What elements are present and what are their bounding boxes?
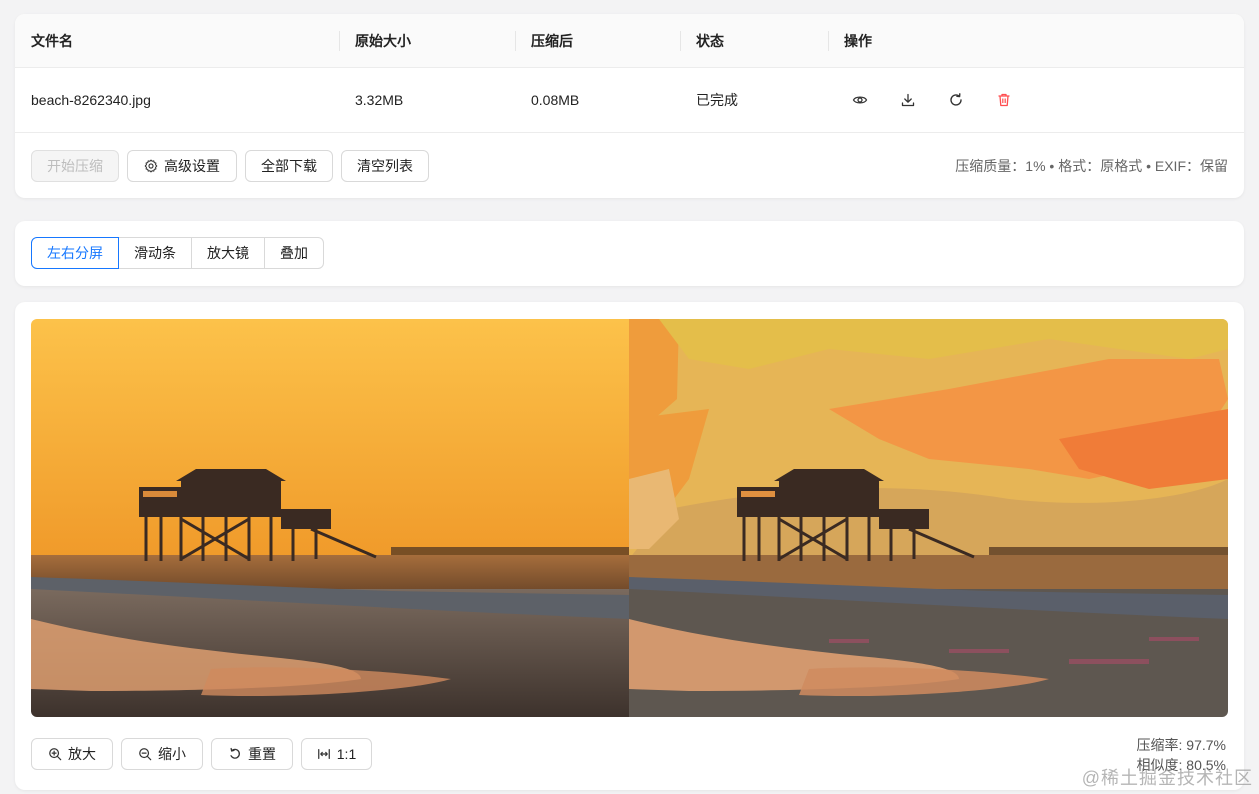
image-compare-card: 放大 缩小 重置 1:1 压缩率: 97.7% 相似度: 80.5%: [15, 302, 1244, 790]
compare-mode-card: 左右分屏 滑动条 放大镜 叠加: [15, 221, 1244, 286]
split-viewer[interactable]: [31, 319, 1228, 717]
mode-overlay[interactable]: 叠加: [264, 237, 324, 269]
start-compress-button[interactable]: 开始压缩: [31, 150, 119, 182]
column-divider: [339, 31, 340, 51]
reset-label: 重置: [248, 746, 276, 762]
column-width-icon: [317, 747, 331, 761]
download-all-button[interactable]: 全部下载: [245, 150, 333, 182]
column-divider: [515, 31, 516, 51]
compression-rate: 压缩率: 97.7%: [1136, 737, 1226, 753]
cell-status: 已完成: [696, 92, 738, 108]
table-row: beach-8262340.jpg 3.32MB 0.08MB 已完成: [15, 68, 1244, 133]
clear-list-button[interactable]: 清空列表: [341, 150, 429, 182]
mode-slider[interactable]: 滑动条: [118, 237, 192, 269]
zoom-out-button[interactable]: 缩小: [121, 738, 203, 770]
zoom-out-label: 缩小: [158, 746, 186, 762]
advanced-settings-button[interactable]: 高级设置: [127, 150, 237, 182]
header-compressed: 压缩后: [531, 33, 573, 49]
eye-icon[interactable]: [850, 90, 870, 110]
column-divider: [828, 31, 829, 51]
header-status: 状态: [696, 33, 724, 49]
watermark: @稀土掘金技术社区: [1081, 768, 1253, 788]
zoom-in-icon: [48, 747, 62, 761]
settings-summary: 压缩质量：1% • 格式：原格式 • EXIF：保留: [955, 158, 1228, 174]
original-image: [31, 319, 629, 717]
file-list-card: 文件名 原始大小 压缩后 状态 操作 beach-8262340.jpg 3.3…: [15, 14, 1244, 198]
zoom-out-icon: [138, 747, 152, 761]
mode-magnifier[interactable]: 放大镜: [191, 237, 265, 269]
header-original-size: 原始大小: [355, 33, 411, 49]
cell-compressed: 0.08MB: [531, 92, 580, 108]
zoom-in-button[interactable]: 放大: [31, 738, 113, 770]
cell-filename: beach-8262340.jpg: [31, 92, 151, 108]
reset-icon: [228, 747, 242, 761]
header-actions: 操作: [844, 33, 872, 49]
download-icon[interactable]: [898, 90, 918, 110]
compressed-image: [629, 319, 1228, 717]
table-header: 文件名 原始大小 压缩后 状态 操作: [15, 14, 1244, 68]
advanced-settings-label: 高级设置: [164, 158, 220, 174]
delete-icon[interactable]: [994, 90, 1014, 110]
zoom-in-label: 放大: [68, 746, 96, 762]
compare-mode-segmented: 左右分屏 滑动条 放大镜 叠加: [31, 237, 324, 269]
gear-icon: [144, 159, 158, 173]
mode-split[interactable]: 左右分屏: [31, 237, 119, 269]
cell-original-size: 3.32MB: [355, 92, 404, 108]
column-divider: [680, 31, 681, 51]
actual-size-button[interactable]: 1:1: [301, 738, 372, 770]
reset-button[interactable]: 重置: [211, 738, 293, 770]
actual-size-label: 1:1: [336, 746, 357, 762]
header-filename: 文件名: [31, 33, 73, 49]
file-toolbar: 开始压缩 高级设置 全部下载 清空列表 压缩质量：1% • 格式：原格式 • E…: [15, 134, 1244, 198]
refresh-icon[interactable]: [946, 90, 966, 110]
